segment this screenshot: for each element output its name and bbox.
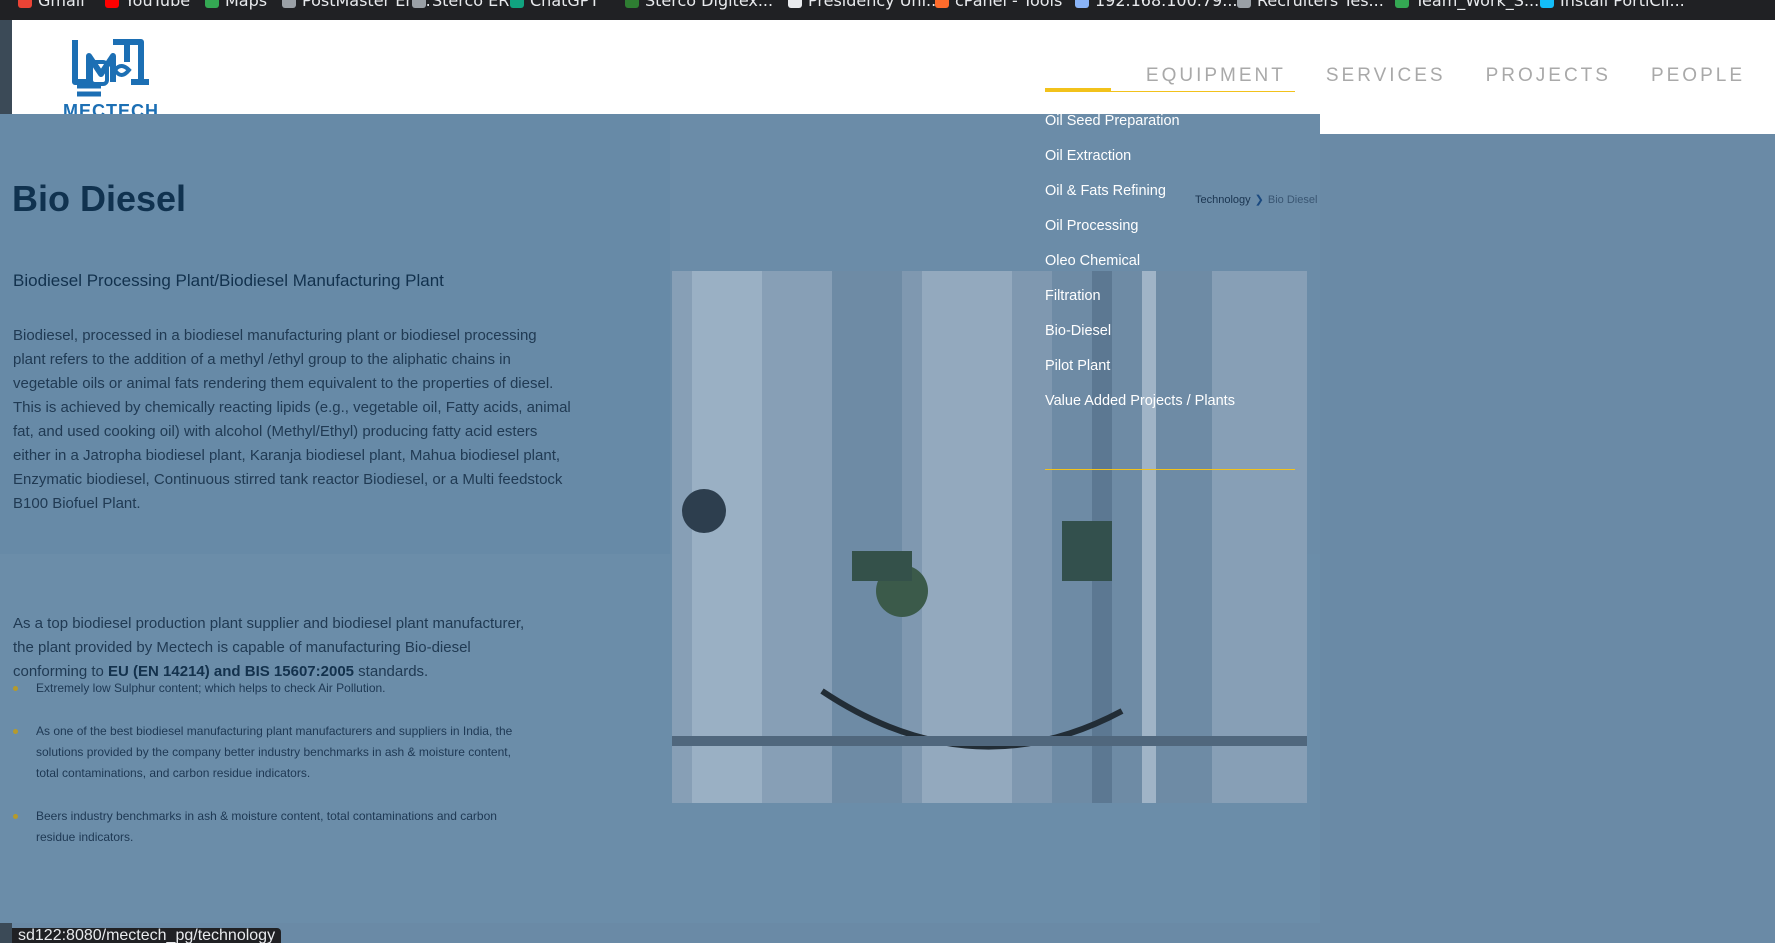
- intro-paragraph: Biodiesel, processed in a biodiesel manu…: [13, 327, 571, 512]
- gmail-icon: [18, 0, 32, 8]
- dropdown-accent: [1045, 88, 1111, 92]
- bookmark-label: Sterco Digitex...: [645, 0, 774, 10]
- bookmark-label: ChatGPT: [530, 0, 600, 10]
- doc-icon: [788, 0, 802, 8]
- sheet-icon: [1395, 0, 1409, 8]
- standards-paragraph: As a top biodiesel production plant supp…: [13, 612, 533, 684]
- bookmark-item[interactable]: Team_Work_S...: [1395, 0, 1539, 11]
- benefits-list: Extremely low Sulphur content; which hel…: [13, 678, 533, 870]
- bookmark-label: Maps: [225, 0, 268, 10]
- list-item: Beers industry benchmarks in ash & moist…: [13, 806, 533, 848]
- menu-item-oleo-chemical[interactable]: Oleo Chemical: [1045, 251, 1235, 286]
- server-icon: [1075, 0, 1089, 8]
- menu-item-oil-fats-refining[interactable]: Oil & Fats Refining: [1045, 181, 1235, 216]
- nav-people[interactable]: PEOPLE: [1651, 65, 1745, 87]
- chatgpt-icon: [510, 0, 524, 8]
- menu-item-oil-processing[interactable]: Oil Processing: [1045, 216, 1235, 251]
- bookmark-label: YouTube: [125, 0, 191, 10]
- bookmark-label: Gmail: [38, 0, 85, 10]
- menu-item-pilot-plant[interactable]: Pilot Plant: [1045, 356, 1235, 391]
- logo-mark-icon: [72, 39, 149, 97]
- youtube-icon: [105, 0, 119, 8]
- bookmark-label: Team_Work_S...: [1415, 0, 1540, 10]
- maps-icon: [205, 0, 219, 8]
- bookmark-item[interactable]: Sterco Digitex...: [625, 0, 773, 11]
- bookmark-label: Sterco ERP: [432, 0, 520, 10]
- nav-services[interactable]: SERVICES: [1326, 65, 1446, 87]
- globe-icon: [412, 0, 426, 8]
- bookmark-item[interactable]: Presidency Uni...: [788, 0, 941, 11]
- dropdown-bottom-line: [1045, 469, 1295, 470]
- portainer-icon: [1540, 0, 1554, 8]
- list-item-text: Extremely low Sulphur content; which hel…: [36, 681, 386, 695]
- list-item-text: Beers industry benchmarks in ash & moist…: [36, 809, 497, 844]
- bookmark-label: cPanel - Tools: [955, 0, 1063, 10]
- menu-item-bio-diesel[interactable]: Bio-Diesel: [1045, 321, 1235, 356]
- status-bar-url: sd122:8080/mectech_pg/technology: [12, 928, 282, 943]
- bookmark-label: 192.168.100.79...: [1095, 0, 1238, 10]
- cpanel-icon: [935, 0, 949, 8]
- bookmark-item[interactable]: Install PortiCli...: [1540, 0, 1685, 11]
- menu-item-oil-seed-preparation[interactable]: Oil Seed Preparation: [1045, 111, 1235, 146]
- bookmark-item[interactable]: ChatGPT: [510, 0, 599, 11]
- page-subtitle: Biodiesel Processing Plant/Biodiesel Man…: [13, 271, 444, 290]
- bookmark-item[interactable]: Recruiters Tes...: [1237, 0, 1384, 11]
- list-item: Extremely low Sulphur content; which hel…: [13, 678, 533, 699]
- bookmark-item[interactable]: Maps: [205, 0, 267, 11]
- bookmark-item[interactable]: cPanel - Tools: [935, 0, 1062, 11]
- dropdown-menu: Oil Seed Preparation Oil Extraction Oil …: [1045, 111, 1235, 426]
- menu-item-value-added-projects[interactable]: Value Added Projects / Plants: [1045, 391, 1235, 426]
- menu-item-filtration[interactable]: Filtration: [1045, 286, 1235, 321]
- menu-item-oil-extraction[interactable]: Oil Extraction: [1045, 146, 1235, 181]
- bookmark-label: Presidency Uni...: [808, 0, 942, 10]
- bookmark-item[interactable]: YouTube: [105, 0, 190, 11]
- nav-equipment[interactable]: EQUIPMENT: [1146, 65, 1286, 87]
- page-title: Bio Diesel: [12, 178, 187, 219]
- list-item: As one of the best biodiesel manufacturi…: [13, 721, 533, 784]
- equipment-dropdown: Oil Seed Preparation Oil Extraction Oil …: [1045, 88, 1295, 470]
- bookmark-label: Install PortiCli...: [1560, 0, 1685, 10]
- nav-projects[interactable]: PROJECTS: [1486, 65, 1611, 87]
- grid-icon: [625, 0, 639, 8]
- bookmark-item[interactable]: Gmail: [18, 0, 85, 11]
- bookmark-item[interactable]: 192.168.100.79...: [1075, 0, 1238, 11]
- bullet-icon: [13, 686, 18, 691]
- globe-icon: [282, 0, 296, 8]
- globe-icon: [1237, 0, 1251, 8]
- list-item-text: As one of the best biodiesel manufacturi…: [36, 724, 513, 780]
- bookmark-item[interactable]: Sterco ERP: [412, 0, 519, 11]
- bullet-icon: [13, 814, 18, 819]
- mectech-logo[interactable]: MECTECH: [59, 34, 163, 124]
- bookmark-item[interactable]: PostMaster En...: [282, 0, 431, 11]
- bookmark-label: Recruiters Tes...: [1257, 0, 1384, 10]
- bookmarks-bar: Gmail YouTube Maps PostMaster En... Sterco E…: [0, 0, 1775, 20]
- main-nav: EQUIPMENT SERVICES PROJECTS PEOPLE: [1146, 65, 1745, 87]
- bullet-icon: [13, 729, 18, 734]
